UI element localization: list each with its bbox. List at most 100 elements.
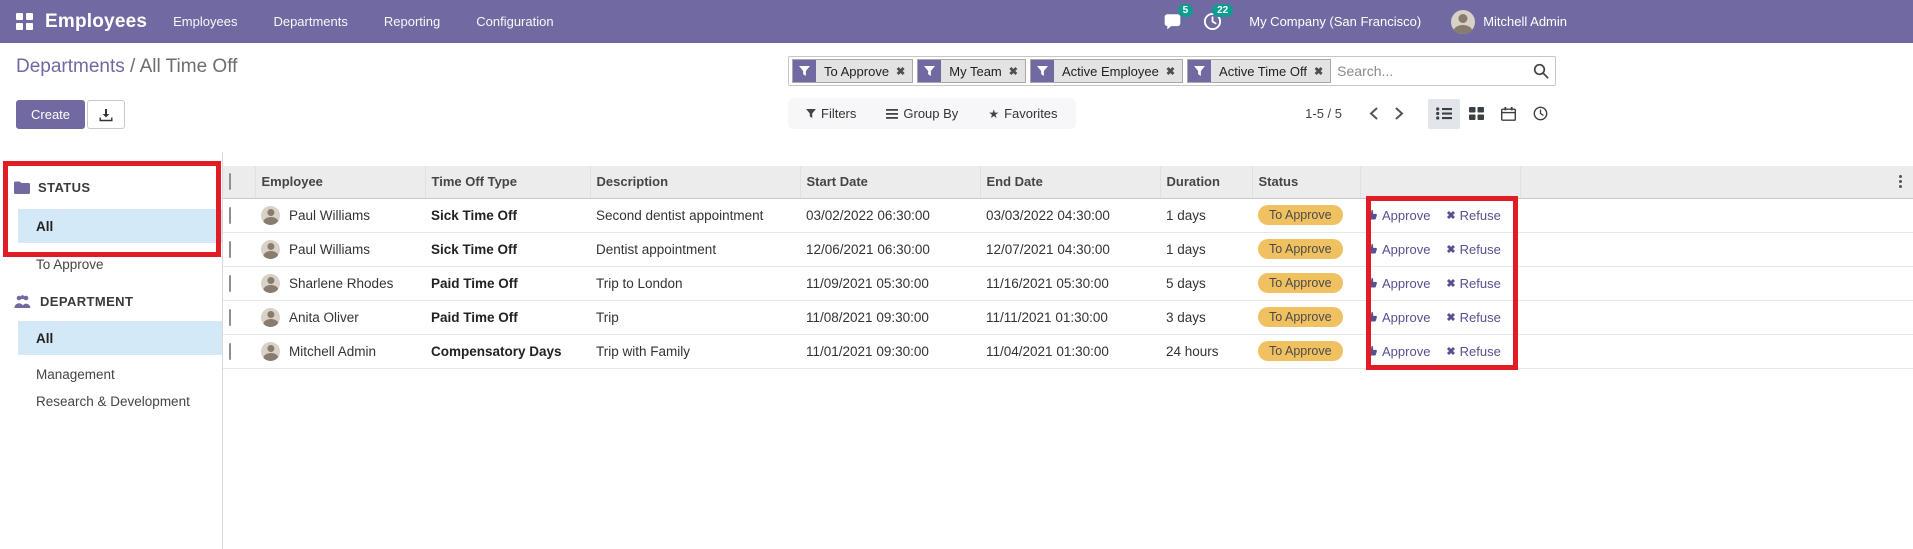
search-input[interactable]: [1335, 63, 1533, 79]
table-row[interactable]: Mitchell Admin Compensatory Days Trip wi…: [223, 334, 1913, 369]
refuse-button[interactable]: ✖ Refuse: [1446, 276, 1500, 291]
group-by-button[interactable]: Group By: [886, 106, 958, 121]
row-checkbox[interactable]: [229, 240, 231, 258]
filter-funnel-icon: [1188, 60, 1212, 82]
facet-my-team: My Team ✖: [917, 59, 1026, 83]
messages-button[interactable]: 5: [1159, 3, 1194, 34]
calendar-view-button[interactable]: [1492, 99, 1524, 129]
column-header-actions: [1360, 166, 1521, 199]
select-all-checkbox[interactable]: [229, 173, 231, 191]
table-row[interactable]: Paul Williams Sick Time Off Dentist appo…: [223, 232, 1913, 267]
status-badge: To Approve: [1258, 239, 1343, 259]
calendar-icon: [1500, 106, 1516, 121]
column-header-end-date[interactable]: End Date: [980, 166, 1161, 199]
select-all-checkbox-cell: [223, 166, 256, 199]
employee-avatar: [261, 239, 280, 259]
pager-next-button[interactable]: [1386, 101, 1412, 127]
remove-facet-icon[interactable]: ✖: [896, 60, 912, 82]
status-badge: To Approve: [1258, 205, 1343, 225]
funnel-icon: [806, 109, 816, 118]
table-row[interactable]: Sharlene Rhodes Paid Time Off Trip to Lo…: [223, 266, 1913, 301]
time-off-list: Employee Time Off Type Description Start…: [223, 152, 1913, 549]
sidebar-item-department-management[interactable]: Management: [18, 361, 222, 388]
row-checkbox[interactable]: [229, 308, 231, 326]
refuse-button[interactable]: ✖ Refuse: [1446, 242, 1500, 257]
sidebar-item-department-rnd[interactable]: Research & Development: [18, 388, 222, 415]
breadcrumb: Departments / All Time Off: [16, 56, 238, 77]
filters-button[interactable]: Filters: [806, 106, 856, 121]
chat-bubble-icon: [1163, 13, 1182, 30]
user-avatar: [1451, 9, 1476, 34]
row-checkbox[interactable]: [229, 274, 231, 292]
remove-facet-icon[interactable]: ✖: [1166, 60, 1182, 82]
activity-view-button[interactable]: [1524, 99, 1556, 129]
view-switcher: [1428, 98, 1556, 129]
column-header-filler: [1520, 166, 1887, 199]
create-button[interactable]: Create: [16, 100, 86, 129]
search-bar: To Approve ✖ My Team ✖ Active Employee ✖…: [788, 56, 1556, 86]
top-navbar: Employees Employees Departments Reportin…: [0, 0, 1913, 43]
filter-funnel-icon: [1030, 60, 1054, 82]
column-header-employee[interactable]: Employee: [255, 166, 426, 199]
approve-button[interactable]: Approve: [1366, 276, 1430, 291]
control-panel: Departments / All Time Off Create To App…: [0, 43, 1913, 152]
messages-count-badge: 5: [1177, 3, 1194, 17]
refuse-button[interactable]: ✖ Refuse: [1446, 208, 1500, 223]
activities-button[interactable]: 22: [1199, 3, 1234, 34]
favorites-button[interactable]: ★ Favorites: [988, 106, 1057, 121]
export-button[interactable]: [87, 100, 126, 129]
row-checkbox[interactable]: [229, 342, 231, 360]
list-view-button[interactable]: [1428, 98, 1460, 129]
table-row[interactable]: Paul Williams Sick Time Off Second denti…: [223, 198, 1913, 233]
apps-menu-icon[interactable]: [16, 13, 33, 30]
kanban-icon: [1468, 107, 1484, 120]
x-icon: ✖: [1446, 243, 1456, 256]
column-header-type[interactable]: Time Off Type: [425, 166, 591, 199]
approve-button[interactable]: Approve: [1366, 242, 1430, 257]
column-options-icon[interactable]: [1893, 175, 1907, 189]
sidebar-section-department: DEPARTMENT: [0, 294, 222, 309]
column-header-status[interactable]: Status: [1252, 166, 1361, 199]
status-badge: To Approve: [1258, 307, 1343, 327]
menu-configuration[interactable]: Configuration: [476, 14, 553, 29]
column-header-start-date[interactable]: Start Date: [800, 166, 981, 199]
user-menu[interactable]: Mitchell Admin: [1451, 9, 1567, 34]
activities-count-badge: 22: [1212, 3, 1234, 17]
approve-button[interactable]: Approve: [1366, 344, 1430, 359]
table-header-row: Employee Time Off Type Description Start…: [223, 166, 1913, 199]
x-icon: ✖: [1446, 345, 1456, 358]
sidebar-item-status-all[interactable]: All: [18, 209, 222, 243]
search-icon[interactable]: [1533, 63, 1549, 79]
pager-counter: 1-5 / 5: [1305, 106, 1342, 121]
company-switcher[interactable]: My Company (San Francisco): [1249, 14, 1421, 29]
menu-departments[interactable]: Departments: [273, 14, 347, 29]
x-icon: ✖: [1446, 311, 1456, 324]
remove-facet-icon[interactable]: ✖: [1009, 60, 1025, 82]
kanban-view-button[interactable]: [1460, 99, 1492, 129]
column-header-duration[interactable]: Duration: [1160, 166, 1253, 199]
sidebar-item-status-to-approve[interactable]: To Approve: [18, 251, 222, 278]
activity-clock-icon: [1533, 106, 1548, 121]
remove-facet-icon[interactable]: ✖: [1314, 60, 1330, 82]
users-icon: [14, 295, 32, 308]
approve-button[interactable]: Approve: [1366, 208, 1430, 223]
refuse-button[interactable]: ✖ Refuse: [1446, 310, 1500, 325]
column-options-cell: [1887, 166, 1913, 199]
facet-to-approve: To Approve ✖: [792, 59, 914, 83]
folder-icon: [14, 181, 30, 194]
sidebar: STATUS All To Approve DEPARTMENT All Man…: [0, 152, 223, 549]
pager-previous-button[interactable]: [1360, 101, 1386, 127]
row-checkbox[interactable]: [229, 206, 231, 224]
status-badge: To Approve: [1258, 273, 1343, 293]
filter-funnel-icon: [793, 60, 816, 82]
sidebar-item-department-all[interactable]: All: [18, 321, 222, 355]
approve-button[interactable]: Approve: [1366, 310, 1430, 325]
menu-reporting[interactable]: Reporting: [384, 14, 440, 29]
list-icon: [1436, 107, 1452, 120]
refuse-button[interactable]: ✖ Refuse: [1446, 344, 1500, 359]
menu-employees[interactable]: Employees: [173, 14, 237, 29]
column-header-description[interactable]: Description: [590, 166, 801, 199]
table-row[interactable]: Anita Oliver Paid Time Off Trip 11/08/20…: [223, 300, 1913, 335]
facet-active-employee: Active Employee ✖: [1029, 59, 1184, 83]
breadcrumb-parent[interactable]: Departments: [16, 56, 125, 77]
